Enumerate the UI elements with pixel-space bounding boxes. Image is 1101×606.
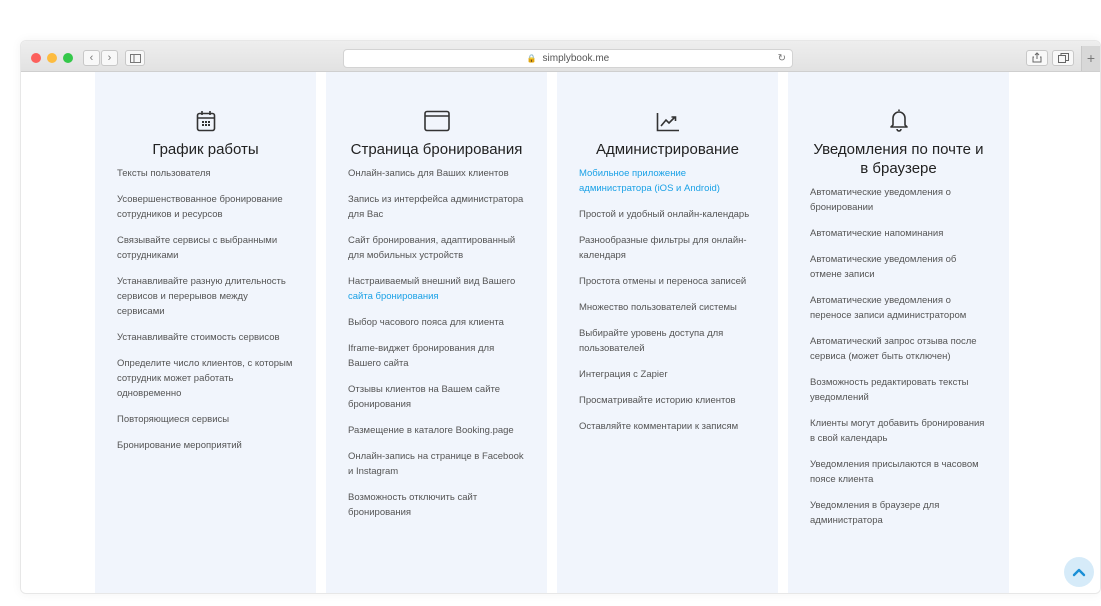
list-item: Оставляйте комментарии к записям	[579, 421, 739, 432]
list-item: Онлайн-запись для Ваших клиентов	[348, 168, 509, 179]
column-title: Уведомления по почте и в браузере	[813, 141, 984, 177]
column-title: Администрирование	[595, 141, 740, 158]
booking-site-link[interactable]: сайта бронирования	[348, 291, 439, 302]
list-item: Автоматические напоминания	[810, 228, 944, 239]
chart-trend-icon	[656, 113, 679, 132]
sidebar-toggle-button[interactable]	[125, 50, 145, 66]
list-item: Тексты пользователя	[117, 168, 211, 179]
list-item: Связывайте сервисы с выбранными сотрудни…	[117, 235, 278, 261]
browser-toolbar: ‹ › 🔒 simplybook.me ↻ +	[21, 41, 1100, 72]
list-item: Простой и удобный онлайн-календарь	[579, 209, 750, 220]
list-item: Разнообразные фильтры для онлайн-календа…	[579, 235, 747, 261]
feature-column-schedule: График работы Тексты пользователя Усовер…	[95, 72, 316, 593]
feature-column-booking-page: Страница бронирования Онлайн-запись для …	[326, 72, 547, 593]
new-tab-button[interactable]: +	[1081, 46, 1100, 71]
list-item: Интеграция с Zapier	[579, 369, 668, 380]
list-item: Автоматический запрос отзыва после серви…	[810, 336, 977, 362]
feature-list: Тексты пользователя Усовершенствованное …	[117, 166, 294, 453]
calendar-icon	[196, 111, 215, 132]
feature-column-notifications: Уведомления по почте и в браузере Автома…	[788, 72, 1009, 593]
list-item-text: Настраиваемый внешний вид Вашего	[348, 276, 516, 287]
tabs-icon	[1057, 53, 1069, 63]
list-item: Запись из интерфейса администратора для …	[348, 194, 524, 220]
list-item: Уведомления в браузере для администратор…	[810, 500, 940, 526]
share-icon	[1032, 52, 1042, 63]
address-bar[interactable]: 🔒 simplybook.me ↻	[343, 49, 793, 68]
forward-button[interactable]: ›	[101, 50, 118, 66]
feature-list: Автоматические уведомления о бронировани…	[810, 185, 987, 528]
list-item: Устанавливайте стоимость сервисов	[117, 332, 280, 343]
column-title: График работы	[152, 141, 259, 158]
list-item: Определите число клиентов, с которым сот…	[117, 358, 293, 399]
list-item: Выбирайте уровень доступа для пользовате…	[579, 328, 724, 354]
list-item: Онлайн-запись на странице в Facebook и I…	[348, 451, 524, 477]
list-item: Сайт бронирования, адаптированный для мо…	[348, 235, 516, 261]
bell-icon	[889, 109, 908, 132]
chevron-up-icon	[1072, 568, 1086, 577]
list-item: Возможность редактировать тексты уведомл…	[810, 377, 969, 403]
scroll-to-top-button[interactable]	[1064, 557, 1094, 587]
sidebar-icon	[129, 54, 141, 63]
back-button[interactable]: ‹	[83, 50, 100, 66]
minimize-window-button[interactable]	[47, 53, 57, 63]
mobile-app-link[interactable]: Мобильное приложение администратора (iOS…	[579, 166, 756, 196]
list-item: Отзывы клиентов на Вашем сайте бронирова…	[348, 384, 501, 410]
list-item: Множество пользователей системы	[579, 302, 737, 313]
list-item: Настраиваемый внешний вид Вашего сайта б…	[348, 274, 525, 304]
feature-column-administration: Администрирование Мобильное приложение а…	[557, 72, 778, 593]
list-item: Просматривайте историю клиентов	[579, 395, 736, 406]
maximize-window-button[interactable]	[63, 53, 73, 63]
column-title: Страница бронирования	[350, 141, 523, 158]
share-button[interactable]	[1026, 50, 1048, 66]
list-item: Выбор часового пояса для клиента	[348, 317, 504, 328]
list-item: Iframe-виджет бронирования для Вашего са…	[348, 343, 495, 369]
address-text: simplybook.me	[542, 53, 610, 64]
list-item: Автоматические уведомления о бронировани…	[810, 187, 951, 213]
close-window-button[interactable]	[31, 53, 41, 63]
list-item: Автоматические уведомления о переносе за…	[810, 295, 967, 321]
lock-icon: 🔒	[526, 54, 537, 63]
browser-window-icon	[423, 110, 450, 132]
list-item: Бронирование мероприятий	[117, 440, 242, 451]
list-item: Клиенты могут добавить бронирования в св…	[810, 418, 985, 444]
feature-list: Онлайн-запись для Ваших клиентов Запись …	[348, 166, 525, 520]
page-content: График работы Тексты пользователя Усовер…	[21, 72, 1100, 593]
tabs-overview-button[interactable]	[1052, 50, 1074, 66]
list-item: Простота отмены и переноса записей	[579, 276, 747, 287]
browser-window: ‹ › 🔒 simplybook.me ↻ + График работы Те…	[20, 40, 1101, 594]
list-item: Возможность отключить сайт бронирования	[348, 492, 478, 518]
feature-list: Мобильное приложение администратора (iOS…	[579, 166, 756, 434]
list-item: Размещение в каталоге Booking.page	[348, 425, 514, 436]
list-item: Уведомления присылаются в часовом поясе …	[810, 459, 979, 485]
list-item: Повторяющиеся сервисы	[117, 414, 230, 425]
list-item: Автоматические уведомления об отмене зап…	[810, 254, 957, 280]
list-item: Устанавливайте разную длительность серви…	[117, 276, 286, 317]
list-item: Усовершенствованное бронирование сотрудн…	[117, 194, 283, 220]
reload-icon[interactable]: ↻	[778, 50, 786, 67]
